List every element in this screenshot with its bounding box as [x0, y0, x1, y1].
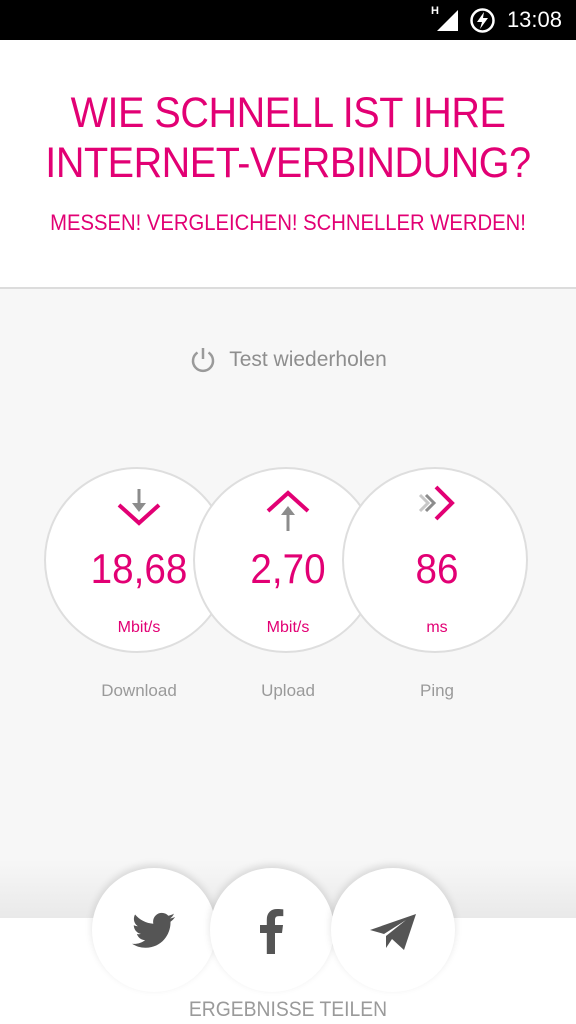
- page-title: WIE SCHNELL IST IHRE INTERNET-VERBINDUNG…: [23, 88, 553, 188]
- retest-button[interactable]: Test wiederholen: [0, 346, 576, 374]
- share-send-button[interactable]: [331, 868, 455, 992]
- share-twitter-button[interactable]: [92, 868, 216, 992]
- power-icon: [191, 348, 215, 373]
- download-icon: [117, 489, 161, 526]
- network-type: H: [431, 5, 439, 17]
- title-line-2: INTERNET-VERBINDUNG?: [45, 139, 531, 187]
- battery-charging-icon: [470, 8, 495, 33]
- status-bar: H 13:08: [0, 0, 576, 40]
- ping-result: 86 ms: [342, 467, 528, 653]
- facebook-icon: [260, 909, 284, 954]
- page-subtitle: MESSEN! VERGLEICHEN! SCHNELLER WERDEN!: [50, 210, 526, 235]
- ping-icon: [418, 485, 455, 521]
- retest-label: Test wiederholen: [229, 348, 387, 371]
- ping-unit: ms: [426, 619, 448, 636]
- ping-caption: Ping: [419, 681, 455, 700]
- share-label: ERGEBNISSE TEILEN: [188, 998, 388, 1021]
- title-line-1: WIE SCHNELL IST IHRE: [70, 89, 506, 137]
- share-facebook-button[interactable]: [210, 868, 334, 992]
- clock: 13:08: [506, 7, 562, 32]
- upload-icon: [266, 490, 310, 531]
- results-panel: Test wiederholen 18,68 Mbit/s 2,70 Mbit/…: [0, 289, 576, 889]
- send-icon: [370, 914, 416, 950]
- header: WIE SCHNELL IST IHRE INTERNET-VERBINDUNG…: [0, 40, 576, 287]
- twitter-icon: [132, 912, 175, 948]
- ping-value: 86: [415, 545, 459, 592]
- signal-icon: H: [431, 5, 461, 32]
